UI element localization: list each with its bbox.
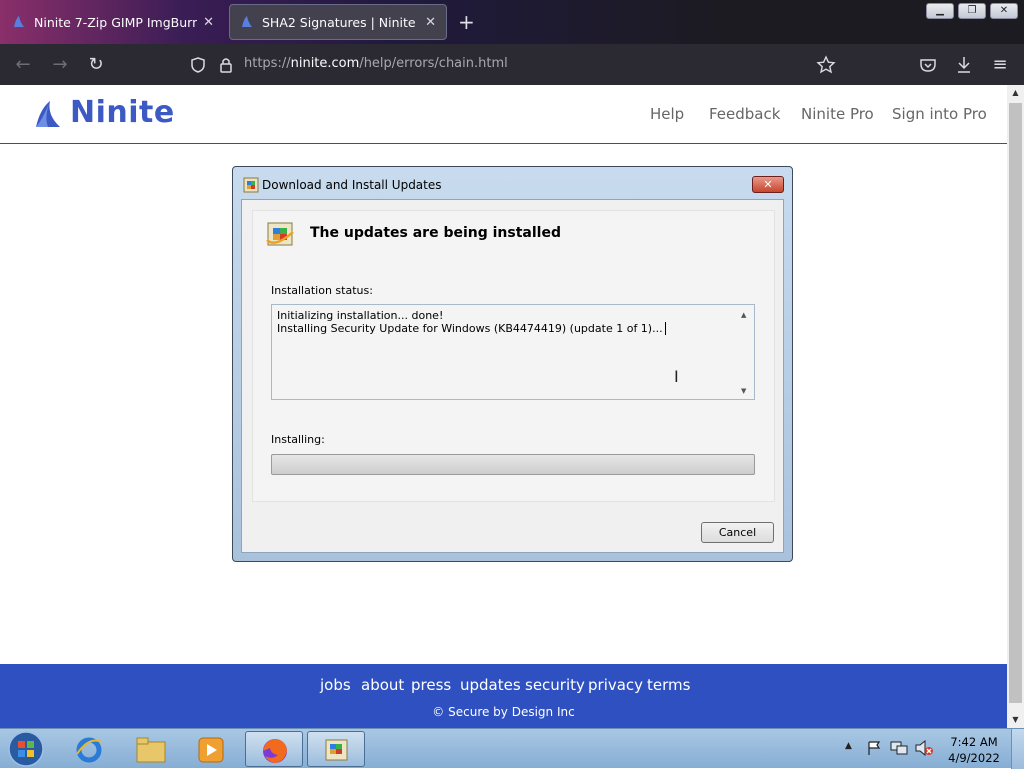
scroll-up-icon[interactable]: ▲ <box>1007 85 1024 101</box>
nav-link-ninite-pro[interactable]: Ninite Pro <box>801 105 874 123</box>
footer-link-security[interactable]: security <box>525 676 585 694</box>
dialog-title: Download and Install Updates <box>262 178 442 192</box>
windows-update-icon <box>325 739 348 761</box>
site-logo[interactable]: Ninite <box>70 95 175 130</box>
tab-label: SHA2 Signatures | Ninite Help <box>262 14 419 30</box>
installing-label: Installing: <box>271 433 325 446</box>
dialog-content-panel: The updates are being installed Installa… <box>252 210 775 502</box>
dialog-close-button[interactable]: ✕ <box>752 176 784 193</box>
taskbar-windows-update[interactable] <box>307 731 365 767</box>
start-button-icon[interactable] <box>6 729 46 769</box>
install-updates-dialog: Download and Install Updates ✕ The updat… <box>232 166 793 562</box>
site-footer: jobs about press updates security privac… <box>0 664 1007 728</box>
reload-icon[interactable]: ↻ <box>84 53 108 77</box>
address-bar[interactable]: https://ninite.com/help/errors/chain.htm… <box>244 56 508 71</box>
copyright-text: © Secure by Design Inc <box>432 705 575 719</box>
ninite-favicon-icon <box>242 16 252 27</box>
internet-explorer-icon <box>76 737 103 763</box>
shield-icon[interactable] <box>189 56 207 74</box>
clock-time: 7:42 AM <box>950 735 998 749</box>
plus-icon[interactable]: + <box>458 10 475 34</box>
download-icon[interactable] <box>955 55 973 75</box>
windows-update-icon <box>243 177 259 193</box>
action-center-flag-icon[interactable] <box>866 740 882 756</box>
taskbar-firefox[interactable] <box>245 731 303 767</box>
tab-ninite-installer[interactable]: Ninite 7-Zip GIMP ImgBurn Krit ✕ <box>2 4 224 40</box>
install-progress-bar <box>271 454 755 475</box>
windows-taskbar: ▲ 7:42 AM 4/9/2022 <box>0 728 1024 769</box>
installation-status-label: Installation status: <box>271 284 373 297</box>
status-line: Initializing installation... done! <box>277 309 444 322</box>
nav-link-sign-into-pro[interactable]: Sign into Pro <box>892 105 987 123</box>
footer-link-jobs[interactable]: jobs <box>320 676 351 694</box>
scrollbar-thumb[interactable] <box>1009 103 1022 703</box>
cancel-button[interactable]: Cancel <box>701 522 774 543</box>
footer-link-updates[interactable]: updates <box>460 676 521 694</box>
url-host: ninite.com <box>290 56 360 71</box>
tab-sha2-signatures[interactable]: SHA2 Signatures | Ninite Help ✕ <box>229 4 447 40</box>
show-desktop-button[interactable] <box>1011 729 1024 769</box>
firefox-icon <box>263 739 287 763</box>
page-scrollbar[interactable]: ▲ ▼ <box>1007 85 1024 728</box>
taskbar-media-player[interactable] <box>182 731 240 767</box>
status-log-scrollbar[interactable]: ▲ ▼ <box>737 305 754 399</box>
footer-link-press[interactable]: press <box>411 676 451 694</box>
pocket-icon[interactable] <box>919 56 937 74</box>
text-cursor-icon: I <box>674 367 679 386</box>
browser-tab-bar: Ninite 7-Zip GIMP ImgBurn Krit ✕ SHA2 Si… <box>0 0 1024 44</box>
site-header: Ninite Help Feedback Ninite Pro Sign int… <box>0 85 1007 144</box>
nav-link-help[interactable]: Help <box>650 105 684 123</box>
volume-muted-icon[interactable] <box>914 740 934 756</box>
text-cursor <box>664 322 666 335</box>
forward-arrow-icon[interactable]: → <box>48 53 72 77</box>
ninite-favicon-icon <box>14 16 24 27</box>
dialog-heading: The updates are being installed <box>310 225 561 241</box>
bookmark-star-icon[interactable] <box>816 55 836 75</box>
footer-link-privacy[interactable]: privacy <box>588 676 643 694</box>
minimize-window-button[interactable]: ▁ <box>926 3 954 19</box>
dialog-body: The updates are being installed Installa… <box>241 199 784 553</box>
tab-label: Ninite 7-Zip GIMP ImgBurn Krit <box>34 14 198 30</box>
footer-link-about[interactable]: about <box>361 676 404 694</box>
folder-icon <box>136 737 166 763</box>
footer-link-terms[interactable]: terms <box>647 676 690 694</box>
taskbar-internet-explorer[interactable] <box>60 731 118 767</box>
taskbar-clock[interactable]: 7:42 AM 4/9/2022 <box>944 734 1004 766</box>
scroll-down-icon[interactable]: ▼ <box>741 385 746 398</box>
show-hidden-icons-icon[interactable]: ▲ <box>845 741 852 751</box>
scroll-down-icon[interactable]: ▼ <box>1007 712 1024 728</box>
scroll-up-icon[interactable]: ▲ <box>741 309 746 322</box>
taskbar-file-explorer[interactable] <box>122 731 180 767</box>
browser-navigation-bar: ← → ↻ https://ninite.com/help/errors/cha… <box>0 44 1024 85</box>
menu-hamburger-icon[interactable]: ≡ <box>988 53 1012 77</box>
url-scheme: https:// <box>244 56 291 71</box>
close-window-button[interactable]: ✕ <box>990 3 1018 19</box>
back-arrow-icon[interactable]: ← <box>11 53 35 77</box>
url-path: /help/errors/chain.html <box>359 56 508 71</box>
media-player-icon <box>198 737 224 763</box>
windows-update-large-icon <box>266 222 294 246</box>
nav-link-feedback[interactable]: Feedback <box>709 105 780 123</box>
network-icon[interactable] <box>890 740 908 756</box>
close-tab-icon[interactable]: ✕ <box>425 15 436 30</box>
status-line: Installing Security Update for Windows (… <box>277 322 749 335</box>
clock-date: 4/9/2022 <box>948 751 1000 765</box>
installation-status-log[interactable]: Initializing installation... done! Insta… <box>271 304 755 400</box>
lock-icon[interactable] <box>219 56 233 74</box>
close-tab-icon[interactable]: ✕ <box>203 15 214 30</box>
ninite-logo-icon[interactable] <box>34 99 64 131</box>
restore-window-button[interactable]: ❐ <box>958 3 986 19</box>
